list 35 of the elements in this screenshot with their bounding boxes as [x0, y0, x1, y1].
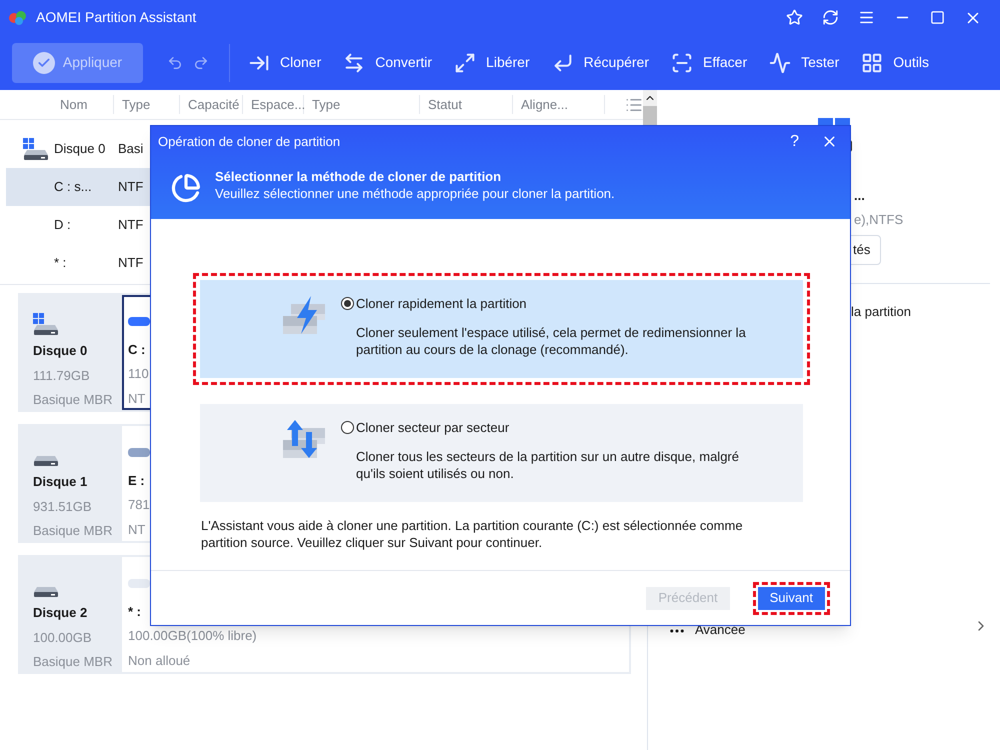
info-text: L'Assistant vous aide à cloner une partition. La partition courante (C:) est sélectionnée comme partition source. Veuillez cliquer sur Suivant pour continuer.	[201, 517, 744, 551]
partition-label: * :	[128, 602, 141, 620]
partition-detail: Non alloué	[128, 652, 190, 670]
table-cell-text: C : s...	[54, 178, 93, 196]
table-cell-text: NTF	[118, 178, 144, 196]
disk-size: 100.00GB	[33, 628, 92, 646]
disk-type: Basique MBR	[33, 391, 112, 409]
table-cell-text: * :	[54, 254, 68, 272]
window-title: AOMEI Partition Assistant	[36, 8, 196, 27]
disk-type: Basique MBR	[33, 653, 112, 671]
dialog-heading: Sélectionner la méthode de cloner de partition	[215, 168, 502, 185]
partition-size: 100.00GB(100% libre)	[128, 627, 257, 645]
partition-detail: NT	[128, 390, 146, 408]
table-cell-text: NTF	[118, 254, 144, 272]
table-cell-text: NTF	[118, 216, 144, 234]
table-cell-text: Disque 0	[54, 140, 106, 158]
disk-name: Disque 0	[33, 342, 88, 360]
partition-name: ...	[854, 187, 865, 205]
table-cell-text: Basi	[118, 140, 144, 158]
dialog-title: Opération de cloner de partition	[158, 132, 340, 151]
disk-name: Disque 1	[33, 473, 88, 491]
partition-info: e),NTFS	[854, 211, 904, 229]
partition-size: 781	[128, 496, 150, 514]
partition-label: C :	[128, 340, 146, 358]
partition-detail: NT	[128, 520, 146, 538]
partition-size: 110	[128, 365, 149, 383]
disk-size: 111.79GB	[33, 366, 90, 384]
partition-label: E :	[128, 472, 145, 490]
option-description: Cloner seulement l'espace utilisé, cela permet de redimensionner la partition au cours de la clonage (recommandé).	[356, 324, 747, 358]
option-description: Cloner tous les secteurs de la partition sur un autre disque, malgré qu'ils soient utilisés ou non.	[356, 448, 740, 482]
disk-name: Disque 2	[33, 604, 88, 622]
dialog-subheading: Veuillez sélectionner une méthode appropriée pour cloner la partition.	[215, 185, 615, 202]
disk-type: Basique MBR	[33, 522, 112, 540]
table-cell-text: D :	[54, 216, 72, 234]
disk-size: 931.51GB	[33, 498, 92, 516]
